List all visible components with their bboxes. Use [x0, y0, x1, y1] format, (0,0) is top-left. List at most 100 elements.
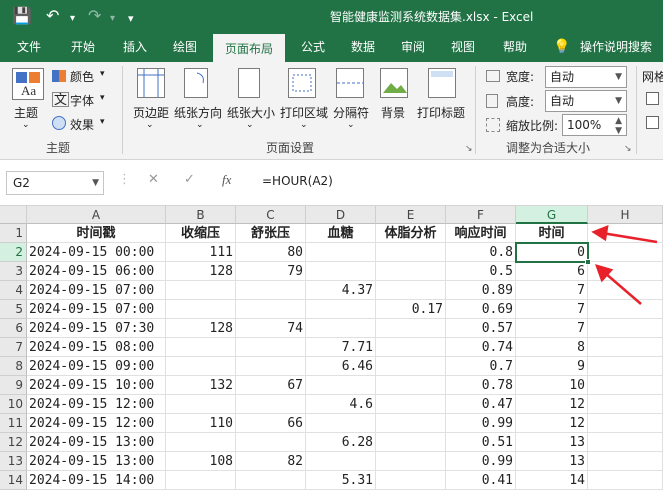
chevron-down-icon[interactable]: ▼	[92, 172, 99, 194]
height-icon	[486, 94, 498, 108]
width-value: 自动	[550, 70, 575, 84]
chevron-down-icon[interactable]: ⌄	[246, 120, 254, 130]
chevron-down-icon[interactable]: ▾	[100, 69, 105, 79]
dialog-launcher-icon[interactable]: ↘	[624, 144, 632, 154]
fonts-button[interactable]: 字体	[70, 92, 94, 109]
group-title-scale-to-fit: 调整为合适大小	[506, 141, 591, 155]
breaks-icon[interactable]	[336, 68, 364, 98]
effects-button[interactable]: 效果	[70, 116, 94, 133]
cancel-icon[interactable]: ✕	[148, 172, 159, 187]
size-icon[interactable]	[238, 68, 260, 98]
chevron-down-icon[interactable]: ⌄	[196, 120, 204, 130]
cell-d14[interactable]: 5.31	[306, 471, 376, 490]
chevron-down-icon: ▼	[615, 96, 622, 106]
undo-dropdown-icon[interactable]: ▾	[70, 9, 75, 29]
dialog-launcher-icon[interactable]: ↘	[465, 144, 473, 154]
gridlines-label: 网格	[642, 70, 663, 84]
themes-icon[interactable]: Aa	[12, 68, 44, 100]
spreadsheet-grid: A B C D E F G H 1 时间戳 收缩压 舒张压 血糖 体脂分析 响应…	[0, 206, 663, 490]
annotation-arrow	[601, 231, 658, 244]
name-box[interactable]: G2 ▼	[6, 171, 104, 195]
breaks-button[interactable]: 分隔符	[333, 104, 369, 121]
print-area-button[interactable]: 打印区域	[280, 104, 328, 121]
scale-spinner[interactable]: 100% ▲ ▼	[562, 114, 627, 136]
customize-toolbar-icon[interactable]: ▾	[128, 9, 134, 29]
cell-a14[interactable]: 2024-09-15 14:00	[27, 471, 166, 490]
tab-view[interactable]: 视图	[440, 32, 486, 62]
tab-draw[interactable]: 绘图	[162, 32, 208, 62]
title-bar: 💾 ↶ ▾ ↷ ▾ ▾ 智能健康监测系统数据集.xlsx - Excel	[0, 0, 663, 32]
window-title: 智能健康监测系统数据集.xlsx - Excel	[330, 10, 534, 24]
chevron-down-icon[interactable]: ⌄	[22, 120, 30, 130]
margins-button[interactable]: 页边距	[133, 104, 169, 121]
print-titles-icon[interactable]	[428, 68, 456, 98]
ribbon-page-layout: Aa 主题 ⌄ 颜色 ▾ 文 字体 ▾ 效果 ▾ 主题 页边距 ⌄ 纸张方向 ⌄…	[0, 62, 663, 160]
chevron-down-icon[interactable]: ▾	[100, 93, 105, 103]
scale-value: 100%	[567, 118, 602, 132]
cell-g14[interactable]: 14	[516, 471, 588, 490]
height-label: 高度:	[506, 95, 535, 109]
chevron-down-icon[interactable]: ⌄	[146, 120, 154, 130]
redo-dropdown-icon[interactable]: ▾	[110, 9, 115, 29]
colors-icon[interactable]	[52, 70, 66, 82]
height-value: 自动	[550, 94, 575, 108]
annotation-arrows	[591, 225, 658, 305]
cell-h14[interactable]	[588, 471, 663, 490]
size-button[interactable]: 纸张大小	[227, 104, 275, 121]
background-icon[interactable]	[380, 68, 408, 98]
chevron-down-icon: ▼	[615, 72, 622, 82]
save-icon[interactable]: 💾	[12, 6, 32, 26]
background-button[interactable]: 背景	[381, 104, 405, 121]
cell-b14[interactable]	[166, 471, 236, 490]
formula-input[interactable]: =HOUR(A2)	[262, 174, 333, 188]
cell-e14[interactable]	[376, 471, 446, 490]
tab-review[interactable]: 审阅	[390, 32, 436, 62]
gridlines-print-checkbox[interactable]	[646, 116, 659, 129]
tab-home[interactable]: 开始	[60, 32, 106, 62]
svg-text:Aa: Aa	[21, 83, 36, 98]
tell-me-search[interactable]: 操作说明搜索	[580, 32, 663, 62]
tab-page-layout[interactable]: 页面布局	[213, 32, 285, 62]
margins-icon[interactable]	[137, 68, 165, 98]
more-icon: ⋮	[118, 172, 131, 187]
lightbulb-icon: 💡	[553, 39, 571, 55]
row-header[interactable]: 14	[0, 471, 27, 490]
chevron-down-icon[interactable]: ⌄	[347, 120, 355, 130]
width-icon	[486, 70, 500, 82]
enter-icon[interactable]: ✓	[184, 172, 195, 187]
tab-insert[interactable]: 插入	[112, 32, 158, 62]
chevron-down-icon[interactable]: ⌄	[300, 120, 308, 130]
themes-button-label[interactable]: 主题	[14, 104, 38, 121]
print-area-icon[interactable]	[288, 68, 316, 98]
group-title-themes: 主题	[46, 141, 71, 155]
gridlines-view-checkbox[interactable]	[646, 92, 659, 105]
redo-icon[interactable]: ↷	[88, 6, 101, 26]
undo-icon[interactable]: ↶	[46, 6, 59, 26]
scale-icon	[486, 118, 500, 132]
cell-c14[interactable]	[236, 471, 306, 490]
tab-file[interactable]: 文件	[6, 32, 52, 62]
tab-help[interactable]: 帮助	[492, 32, 538, 62]
effects-icon[interactable]	[52, 116, 66, 130]
tab-formulas[interactable]: 公式	[290, 32, 336, 62]
fonts-icon[interactable]: 文	[52, 92, 70, 107]
print-titles-button[interactable]: 打印标题	[417, 104, 465, 121]
width-select[interactable]: 自动 ▼	[545, 66, 627, 88]
name-box-value: G2	[13, 176, 30, 190]
width-label: 宽度:	[506, 70, 535, 84]
formula-bar: G2 ▼ ⋮ ✕ ✓ fx =HOUR(A2)	[0, 160, 663, 206]
chevron-down-icon[interactable]: ▾	[100, 117, 105, 127]
insert-function-icon[interactable]: fx	[222, 172, 231, 188]
annotation-arrow-head	[591, 225, 609, 242]
height-select[interactable]: 自动 ▼	[545, 90, 627, 112]
cell-f14[interactable]: 0.41	[446, 471, 516, 490]
orientation-icon[interactable]	[184, 68, 208, 98]
tab-data[interactable]: 数据	[340, 32, 386, 62]
divider	[122, 66, 123, 154]
scale-label: 缩放比例:	[506, 119, 559, 133]
annotation-arrow	[604, 272, 642, 305]
orientation-button[interactable]: 纸张方向	[174, 104, 222, 121]
colors-button[interactable]: 颜色	[70, 68, 94, 85]
divider	[475, 66, 476, 154]
spinner-arrows-icon[interactable]: ▲ ▼	[615, 116, 622, 136]
